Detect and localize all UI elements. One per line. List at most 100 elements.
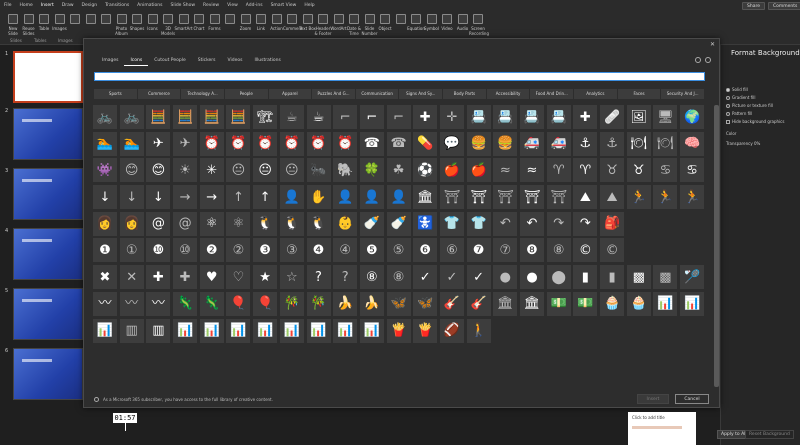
icon-tile[interactable]: → [173, 185, 198, 210]
icon-tile[interactable]: © [600, 238, 625, 263]
icon-tile[interactable]: 〰 [93, 291, 117, 316]
icon-tile[interactable]: 👩 [93, 211, 117, 236]
category-chip[interactable]: Security And J... [661, 89, 705, 99]
icon-tile[interactable]: 🍔 [493, 131, 518, 156]
category-chip[interactable]: People [224, 89, 269, 99]
icon-tile[interactable]: @ [173, 211, 198, 236]
category-chip[interactable]: Technology A... [181, 89, 225, 99]
icon-tile[interactable]: ② [226, 238, 251, 263]
icon-tile[interactable]: ↓ [93, 185, 117, 210]
icon-tile[interactable]: ▩ [653, 265, 678, 290]
icon-tile[interactable]: ≈ [493, 158, 518, 183]
icon-tile[interactable]: 💵 [573, 291, 598, 316]
icon-tile[interactable]: ⛰ [573, 185, 598, 210]
icon-tile[interactable]: ❸ [253, 238, 278, 263]
icon-tile[interactable]: ⌐ [386, 105, 411, 129]
icon-tile[interactable]: ① [119, 238, 144, 263]
category-chip[interactable]: Puzzles And G... [312, 89, 356, 99]
menu-tab-review[interactable]: Review [199, 0, 223, 11]
icon-tile[interactable]: 🦎 [173, 291, 198, 316]
icon-tile[interactable]: 🍟 [413, 318, 438, 343]
icon-tile[interactable]: @ [146, 211, 171, 236]
icon-tile[interactable]: 🧮 [226, 105, 251, 129]
icon-tile[interactable]: 🏛 [413, 185, 438, 210]
icon-tile[interactable]: ✳ [199, 158, 224, 183]
icon-tile[interactable]: ☎ [386, 131, 411, 156]
icon-tile[interactable]: 🍽 [626, 131, 651, 156]
icon-tile[interactable]: ❿ [146, 238, 171, 263]
icon-tile[interactable]: ☕ [279, 105, 304, 129]
insert-button[interactable]: Insert [637, 394, 669, 404]
icon-tile[interactable]: ❺ [359, 238, 384, 263]
icon-tile[interactable]: 📊 [333, 318, 358, 343]
category-chip[interactable]: Signs And Sy... [399, 89, 444, 99]
icon-tile[interactable]: 👾 [93, 158, 117, 183]
icon-tile[interactable]: ⚽ [413, 158, 438, 183]
menu-tab-add-ins[interactable]: Add-ins [242, 0, 267, 11]
icon-tile[interactable]: 🚲 [119, 105, 144, 129]
icon-tile[interactable]: 📇 [493, 105, 518, 129]
icon-tile[interactable]: ♈ [573, 158, 598, 183]
icon-tile[interactable]: ♋ [680, 158, 705, 183]
icon-tile[interactable]: ☀ [173, 158, 198, 183]
icon-tile[interactable]: 🏃 [626, 185, 651, 210]
icon-tile[interactable]: ❽ [520, 238, 544, 263]
icon-tile[interactable]: ⌐ [333, 105, 358, 129]
icon-tile[interactable]: 🧮 [146, 105, 171, 129]
icon-tile[interactable]: 👤 [359, 185, 384, 210]
icon-tile[interactable]: ✚ [146, 265, 171, 290]
icon-tile[interactable]: ⌐ [359, 105, 384, 129]
slide-thumbnail-6[interactable] [13, 348, 83, 400]
icon-tile[interactable]: ↷ [546, 211, 571, 236]
share-button[interactable]: Share [742, 2, 765, 10]
icon-tile[interactable]: 📊 [199, 318, 224, 343]
icon-tile[interactable]: ▮ [573, 265, 598, 290]
icon-tile[interactable]: © [573, 238, 598, 263]
icon-tile[interactable]: 🎸 [439, 291, 464, 316]
menu-tab-smart-view[interactable]: Smart View [267, 0, 301, 11]
icon-tile[interactable]: ✓ [439, 265, 464, 290]
icon-tile[interactable]: ❻ [413, 238, 438, 263]
icon-tile[interactable]: 🐜 [306, 158, 331, 183]
icon-tile[interactable]: 🏗 [253, 105, 278, 129]
icon-tile[interactable]: ● [520, 265, 544, 290]
icon-tile[interactable]: ⏰ [253, 131, 278, 156]
category-chip[interactable]: Food And Drin... [530, 89, 575, 99]
icon-tile[interactable]: ⛩ [439, 185, 464, 210]
icon-tile[interactable]: 〰 [146, 291, 171, 316]
icon-tile[interactable]: ● [493, 265, 518, 290]
icon-tile[interactable]: 📊 [173, 318, 198, 343]
icon-tile[interactable]: ✈ [146, 131, 171, 156]
icon-tile[interactable]: 💵 [546, 291, 571, 316]
icon-tile[interactable]: 🍎 [439, 158, 464, 183]
dialog-tab-cutout-people[interactable]: Cutout People [148, 58, 192, 66]
icon-tile[interactable]: 😊 [119, 158, 144, 183]
icon-tile[interactable]: 🚶 [466, 318, 491, 343]
icon-tile[interactable]: ⚛ [226, 211, 251, 236]
icon-tile[interactable]: 🎒 [600, 211, 625, 236]
icon-tile[interactable]: ☆ [279, 265, 304, 290]
icon-tile[interactable]: ✖ [93, 265, 117, 290]
icon-tile[interactable]: ④ [333, 238, 358, 263]
icon-tile[interactable]: 📊 [653, 291, 678, 316]
icon-tile[interactable]: 😊 [146, 158, 171, 183]
icon-tile[interactable]: 🍼 [359, 211, 384, 236]
icon-tile[interactable]: 👕 [439, 211, 464, 236]
menu-tab-file[interactable]: File [0, 0, 16, 11]
icon-tile[interactable]: 🏊 [93, 131, 117, 156]
icon-tile[interactable]: 🚑 [546, 131, 571, 156]
icon-tile[interactable]: ♥ [199, 265, 224, 290]
category-chip[interactable]: Communication [355, 89, 400, 99]
icon-tile[interactable]: ? [333, 265, 358, 290]
icon-tile[interactable]: 🍀 [359, 158, 384, 183]
icon-tile[interactable]: ❷ [199, 238, 224, 263]
icon-tile[interactable]: 📊 [359, 318, 384, 343]
icon-tile[interactable]: 🎈 [226, 291, 251, 316]
icon-tile[interactable]: ⑧ [546, 238, 571, 263]
slide-thumbnail-3[interactable] [13, 168, 83, 220]
icon-tile[interactable]: 🐘 [333, 158, 358, 183]
icon-tile[interactable]: 🍽 [653, 131, 678, 156]
icon-tile[interactable]: ✛ [439, 105, 464, 129]
menu-tab-transitions[interactable]: Transitions [101, 0, 133, 11]
fill-option-picture[interactable]: Picture or texture fill [726, 103, 773, 108]
